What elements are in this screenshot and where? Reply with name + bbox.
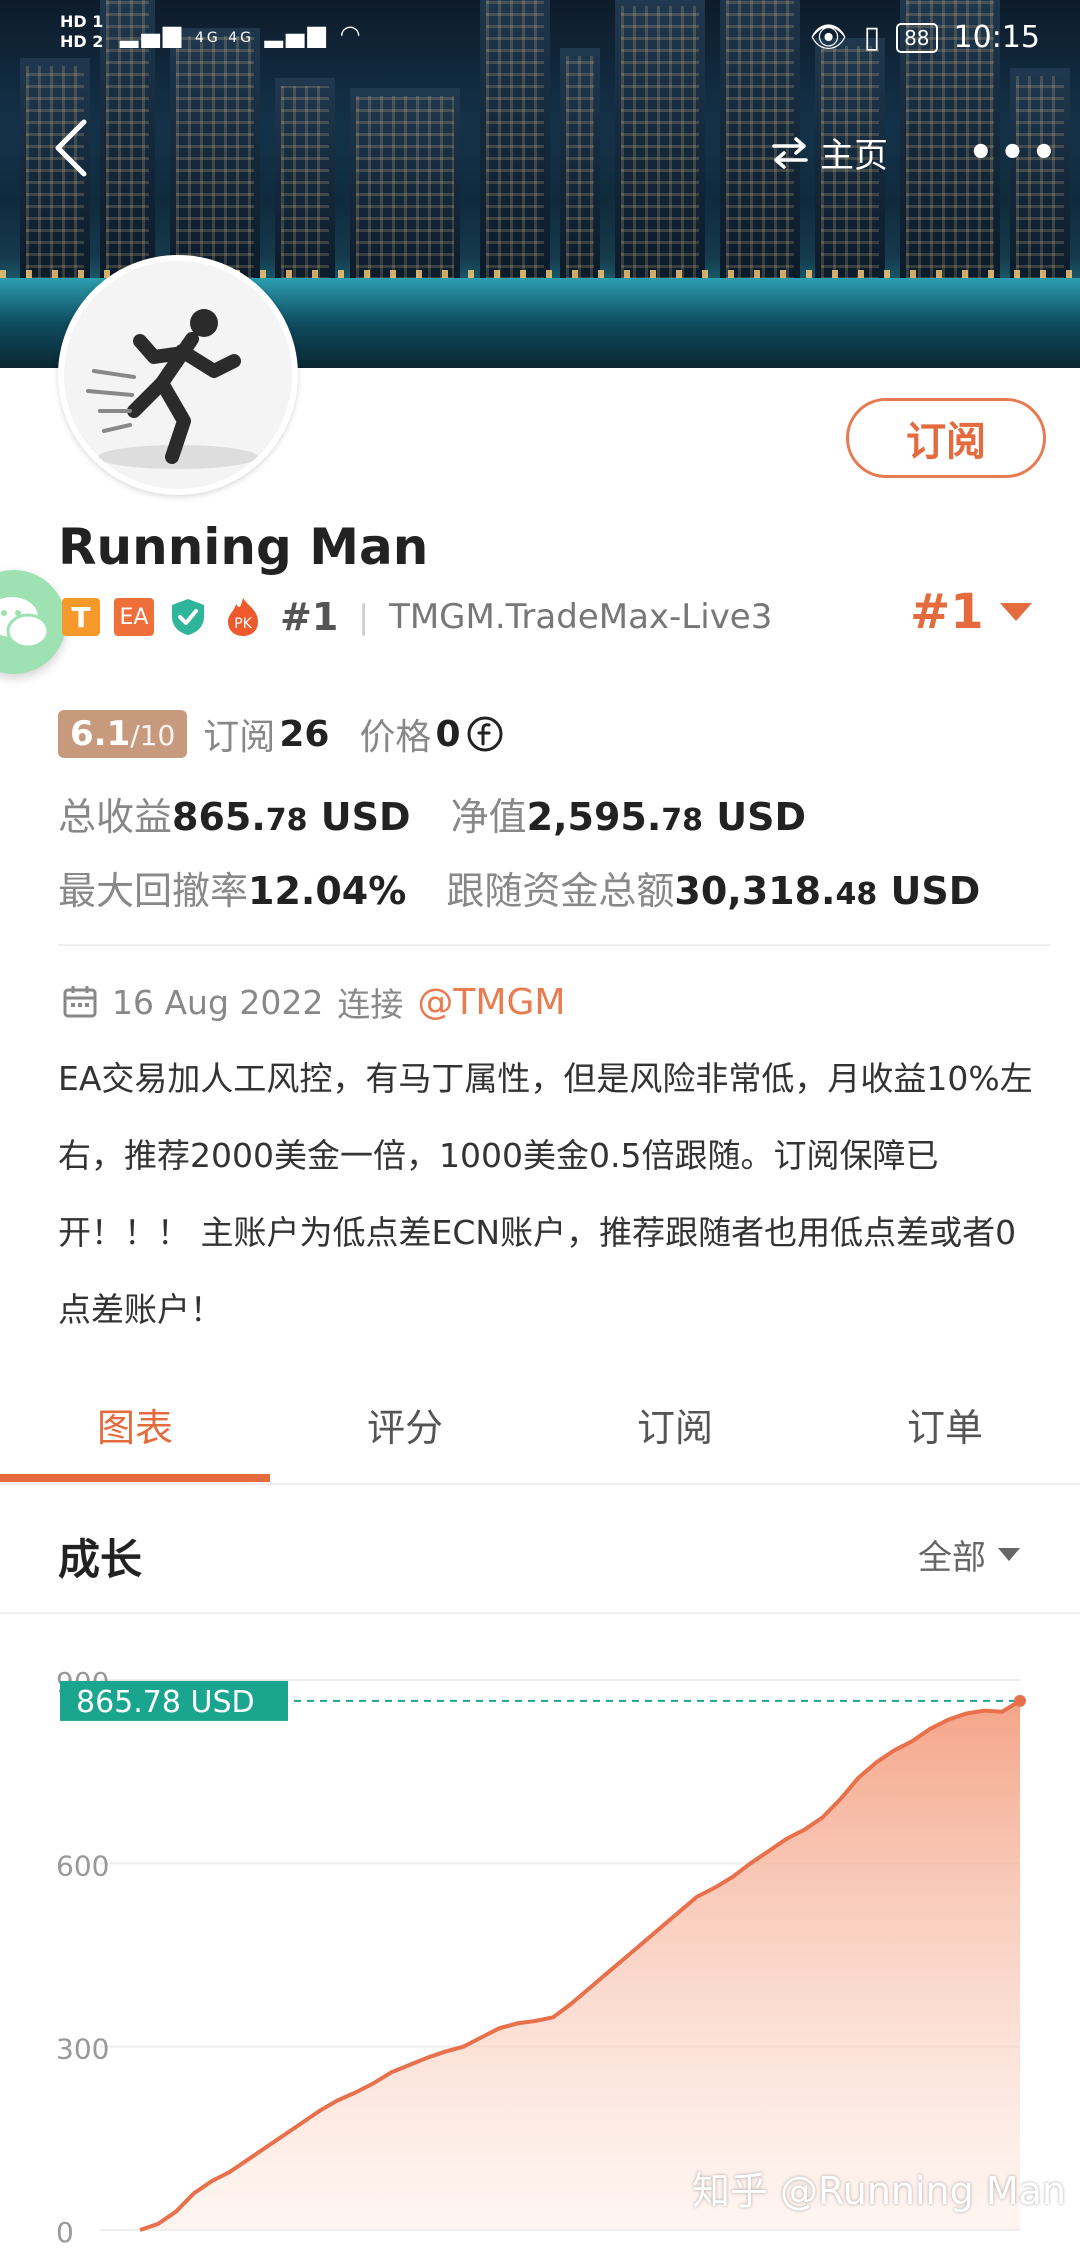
svg-text:PK: PK [234,616,252,632]
tab-orders[interactable]: 订单 [810,1388,1080,1484]
battery-icon: 88 [896,22,938,53]
divider: | [358,598,370,636]
last-point [1014,1694,1026,1707]
subscribers-count: 26 [279,713,330,755]
broker-mention-link[interactable]: @TMGM [417,982,565,1023]
home-label: 主页 [820,136,888,176]
total-profit-value: 865.78 USD [172,795,411,839]
equity-value: 2,595.78 USD [526,795,807,839]
max-drawdown-value: 12.04% [248,869,407,913]
section-title: 成长 [58,1535,143,1584]
vibrate-icon: ▯ [863,20,881,55]
t-badge: T [62,598,100,636]
strategy-description: EA交易加人工风控，有马丁属性，但是风险非常低，月收益10%左右，推荐2000美… [58,1059,1033,1329]
total-profit-label: 总收益 [58,795,173,839]
score-row: 6.1/10 订阅 26 价格 0 [58,708,505,760]
growth-area [140,1700,1020,2230]
active-tab-indicator [0,1474,270,1482]
rank-small: #1 [280,595,339,639]
tab-chart[interactable]: 图表 [0,1388,270,1484]
ea-badge: EA [114,598,154,636]
profit-row: 总收益865.78 USD 净值2,595.78 USD [58,786,806,841]
status-bar: HD 1 HD 2 ▂▄▆ 4G 4G ▂▄▆ ◠ 👁 ▯ 88 10:15 [0,0,1080,80]
runner-icon [86,309,258,469]
avatar[interactable] [58,255,298,495]
sim1-label: HD 1 [60,12,104,31]
max-drawdown-label: 最大回撤率 [58,869,249,913]
connection-info: 16 Aug 2022 连接 @TMGM [62,978,565,1026]
tab-bar: 图表 评分 订阅 订单 [0,1388,1080,1484]
profile-name: Running Man [58,518,429,576]
sim-indicators: HD 1 HD 2 [60,12,103,52]
back-arrow-icon[interactable] [52,118,92,178]
badges-row: T EA PK #1 | TMGM.TradeMax-Live3 [62,592,772,642]
home-button[interactable]: 主页 [770,128,888,177]
eye-icon: 👁 [809,20,848,55]
drawdown-row: 最大回撤率12.04% 跟随资金总额30,318.48 USD [58,860,980,915]
y-tick-label: 600 [56,1849,109,1882]
subscribe-button[interactable]: 订阅 [846,398,1046,478]
rank-label: #1 [910,584,984,640]
broker-server: TMGM.TradeMax-Live3 [389,597,773,637]
sim2-label: HD 2 [60,32,104,51]
growth-chart-svg: 9006003000 865.78 USD [56,1666,1026,2248]
more-options-icon[interactable]: ••• [968,130,1063,176]
wechat-float-button[interactable] [0,570,66,674]
watermark: 知乎 @Running Man [691,2169,1066,2213]
rank-dropdown[interactable]: #1 [910,584,1032,640]
price-label: 价格 [359,717,432,758]
clock: 10:15 [953,20,1040,55]
connect-date: 16 Aug 2022 [112,982,324,1022]
subscribers-label: 订阅 [203,717,276,758]
dropdown-triangle-icon [998,1548,1020,1561]
verified-shield-icon [172,599,204,635]
tab-subscription[interactable]: 订阅 [540,1388,810,1484]
dropdown-triangle-icon [999,603,1032,621]
follow-funds-value: 30,318.48 USD [674,869,981,913]
score-badge: 6.1/10 [58,710,188,758]
wechat-icon [0,597,50,649]
range-filter-dropdown[interactable]: 全部 [918,1530,1020,1579]
current-value-label: 865.78 USD [76,1685,255,1720]
y-tick-label: 0 [56,2216,74,2244]
divider [58,944,1050,946]
calendar-icon [63,986,97,1018]
price-value: 0 [435,713,461,755]
tab-rating[interactable]: 评分 [270,1388,540,1484]
pk-flame-icon: PK [228,598,258,636]
coin-icon [467,716,502,752]
divider [0,1483,1080,1485]
growth-chart: 9006003000 865.78 USD [0,1610,1080,2248]
range-filter-label: 全部 [918,1538,986,1578]
connect-label: 连接 [337,985,404,1024]
follow-funds-label: 跟随资金总额 [446,869,675,913]
signal-icon: ▂▄▆ 4G 4G ▂▄▆ ◠ [120,20,364,48]
y-tick-label: 300 [56,2033,109,2066]
equity-label: 净值 [450,795,527,839]
swap-arrows-icon [772,136,808,169]
